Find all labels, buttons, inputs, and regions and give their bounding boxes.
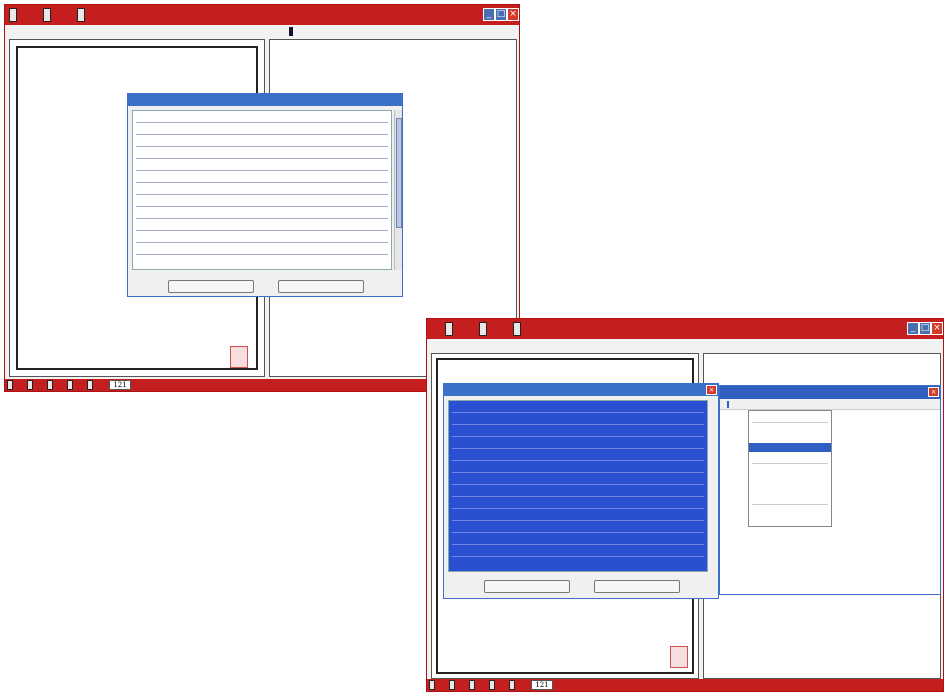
text-line [452,545,704,557]
text-line [452,449,704,461]
bottom-bar: 121 [427,679,943,691]
text-line [452,413,704,425]
edit-menu-dropdown [748,410,832,527]
edit-menu-item[interactable] [749,466,831,475]
edit-menu-item[interactable] [749,411,831,420]
dialog-title: × [444,384,718,396]
right-menubar [271,25,305,39]
menu-edit[interactable] [727,401,729,408]
text-line [452,485,704,497]
page-number-input[interactable]: 121 [109,380,131,390]
text-line [452,509,704,521]
last-page-button[interactable] [67,380,73,390]
minimize-icon[interactable]: _ [907,322,919,335]
dialog-text-area[interactable] [132,110,392,270]
text-line [452,437,704,449]
dialog-text-area[interactable] [448,400,708,572]
left-menubar [11,25,35,39]
text-line [136,147,388,159]
text-line [452,401,704,413]
next-page-button[interactable] [469,680,475,690]
text-line [136,243,388,255]
close-icon[interactable]: × [706,385,717,395]
edit-menu-item[interactable] [749,484,831,493]
edit-menu-item[interactable] [749,493,831,502]
next-page-button[interactable] [47,380,53,390]
notepad-title-bar: × [720,386,940,399]
text-line [452,533,704,545]
maximize-icon[interactable]: □ [919,322,931,335]
text-line [136,159,388,171]
scrollbar-thumb[interactable] [396,118,402,228]
edit-menu-item[interactable] [749,434,831,443]
seal-stamp [670,646,688,668]
text-line [452,461,704,473]
seal-stamp [230,346,248,368]
edit-menu-item[interactable] [749,516,831,525]
dialog-title [128,94,402,106]
close-icon[interactable]: × [507,8,519,21]
goto-page-button[interactable] [509,680,515,690]
edit-menu-item[interactable] [749,507,831,516]
menu-separator [752,422,828,423]
toolbar-button-3[interactable] [77,8,85,22]
text-line [452,473,704,485]
left-menubar [445,339,469,353]
page-number-input[interactable]: 121 [531,680,553,690]
notepad-window: × [719,385,941,595]
text-line [136,183,388,195]
edit-menu-item-paste[interactable] [749,443,831,452]
text-line [136,195,388,207]
last-page-button[interactable] [489,680,495,690]
text-line [136,231,388,243]
text-line [136,111,388,123]
text-line [136,219,388,231]
toolbar-button-2[interactable] [479,322,487,336]
text-line [136,171,388,183]
edit-menu-item[interactable] [749,475,831,484]
text-line [136,207,388,219]
copy-button[interactable] [168,280,254,293]
prev-page-button[interactable] [27,380,33,390]
goto-page-button[interactable] [87,380,93,390]
dialog-scrollbar[interactable] [394,110,402,270]
text-line [452,497,704,509]
toolbar-button-3[interactable] [513,322,521,336]
text-line [136,135,388,147]
download-dialog [127,93,403,297]
toolbar-button-2[interactable] [43,8,51,22]
toolbar-button-1[interactable] [9,8,17,22]
close-icon[interactable]: × [928,387,939,397]
close-button[interactable] [594,580,680,593]
first-page-button[interactable] [429,680,435,690]
close-icon[interactable]: × [931,322,943,335]
notepad-menubar [720,399,940,410]
edit-menu-item[interactable] [749,452,831,461]
menu-separator [752,463,828,464]
first-page-button[interactable] [7,380,13,390]
download-dialog: × [443,383,719,599]
toolbar-button-1[interactable] [445,322,453,336]
menu-item-4[interactable] [289,27,293,36]
right-menubar [707,339,737,353]
text-line [452,425,704,437]
app-window-second: _ □ × × × 121 [426,318,944,692]
copy-button[interactable] [484,580,570,593]
menu-separator [752,504,828,505]
title-bar: _ □ × [5,5,519,25]
text-line [452,521,704,533]
close-button[interactable] [278,280,364,293]
minimize-icon[interactable]: _ [483,8,495,21]
prev-page-button[interactable] [449,680,455,690]
maximize-icon[interactable]: □ [495,8,507,21]
text-line [136,123,388,135]
title-bar: _ □ × [427,319,943,339]
edit-menu-item[interactable] [749,425,831,434]
